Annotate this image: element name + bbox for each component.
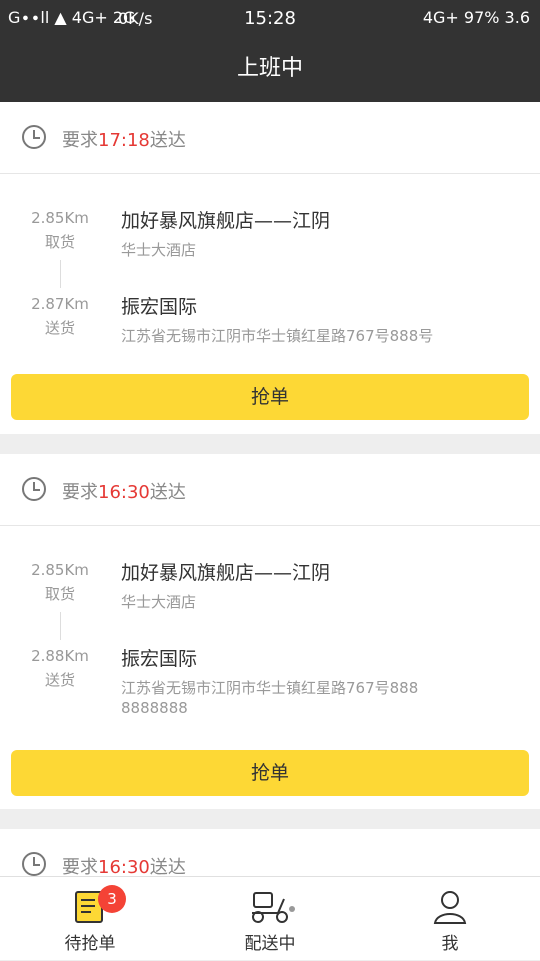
pickup-store-name: 加好暴风旗舰店——江阴: [121, 210, 331, 232]
order-list[interactable]: 要求17:18送达 2.85Km 取货 加好暴风旗舰店——江阴 华士大酒店 2.…: [0, 102, 540, 876]
tab-label: 待抢单: [64, 934, 116, 954]
order-card: 要求17:18送达 2.85Km 取货 加好暴风旗舰店——江阴 华士大酒店 2.…: [0, 102, 540, 434]
tab-pending-orders[interactable]: 3 待抢单: [0, 877, 180, 961]
pickup-distance: 2.85Km: [31, 561, 89, 579]
order-route: 2.85Km 取货 加好暴风旗舰店——江阴 华士大酒店 2.87Km 送货 振宏…: [0, 174, 540, 358]
route-connector: [60, 612, 61, 640]
clock-icon: [22, 125, 46, 149]
deadline-text: 要求16:30送达: [62, 482, 186, 503]
tab-label: 我: [441, 934, 459, 954]
order-deadline-row: 要求16:30送达: [0, 829, 540, 876]
dropoff-distance: 2.88Km: [31, 647, 89, 665]
bottom-tab-bar: 3 待抢单 配送中 我: [0, 876, 540, 960]
deadline-text: 要求17:18送达: [62, 130, 186, 151]
deadline-time: 16:30: [98, 482, 150, 503]
tab-delivering[interactable]: 配送中: [180, 877, 360, 961]
order-route: 2.85Km 取货 加好暴风旗舰店——江阴 华士大酒店 2.88Km 送货 振宏…: [0, 526, 540, 730]
tab-label: 配送中: [244, 934, 296, 954]
dropoff-distance: 2.87Km: [31, 295, 89, 313]
tab-me[interactable]: 我: [360, 877, 540, 961]
route-connector: [60, 260, 61, 288]
pickup-label: 取货: [44, 233, 75, 251]
order-card: 要求16:30送达: [0, 829, 540, 876]
dropoff-name: 振宏国际: [121, 648, 198, 670]
grab-order-button[interactable]: 抢单: [11, 750, 529, 796]
deadline-time: 16:30: [98, 857, 150, 876]
pickup-address: 华士大酒店: [121, 241, 197, 259]
dropoff-name: 振宏国际: [121, 296, 198, 318]
pickup-address: 华士大酒店: [121, 593, 197, 611]
pending-count-badge: 3: [98, 885, 126, 913]
scooter-icon: [252, 892, 295, 923]
clock-icon: [22, 852, 46, 876]
pickup-store-name: 加好暴风旗舰店——江阴: [121, 562, 331, 584]
system-indicators: 4G+ 97% 3.6: [422, 8, 530, 27]
page-title: 上班中: [0, 36, 540, 102]
order-card: 要求16:30送达 2.85Km 取货 加好暴风旗舰店——江阴 华士大酒店 2.…: [0, 454, 540, 809]
clock-icon: [22, 477, 46, 501]
deadline-text: 要求16:30送达: [62, 857, 186, 876]
pickup-distance: 2.85Km: [31, 209, 89, 227]
grab-order-button[interactable]: 抢单: [11, 374, 529, 420]
order-deadline-row: 要求17:18送达: [0, 102, 540, 174]
pickup-label: 取货: [44, 585, 75, 603]
order-deadline-row: 要求16:30送达: [0, 454, 540, 526]
person-icon: [433, 891, 467, 924]
dropoff-label: 送货: [44, 319, 75, 337]
dropoff-address: 江苏省无锡市江阴市华士镇红星路767号8888888888: [121, 679, 419, 717]
dropoff-address: 江苏省无锡市江阴市华士镇红星路767号888号: [121, 327, 434, 345]
dropoff-label: 送货: [44, 671, 75, 689]
status-bar: G∙∙ll ▲ 4G+ 2G 0K/s 15:28 4G+ 97% 3.6: [0, 0, 540, 36]
deadline-time: 17:18: [98, 130, 150, 151]
